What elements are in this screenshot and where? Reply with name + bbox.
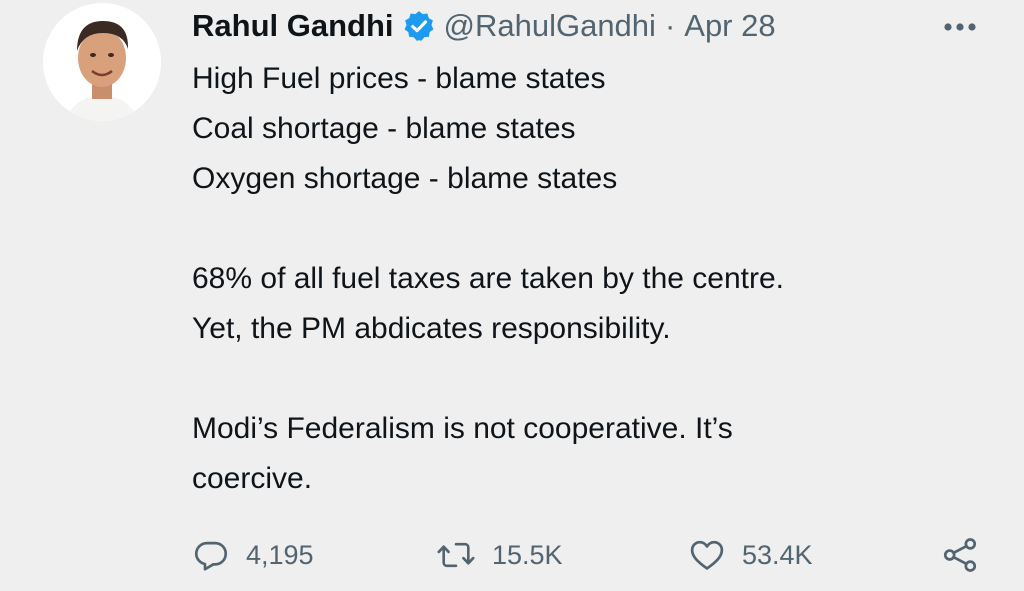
tweet-line: Coal shortage - blame states: [192, 112, 576, 145]
reply-button[interactable]: 4,195: [192, 530, 314, 580]
more-dots-icon[interactable]: [938, 12, 982, 42]
tweet-line: High Fuel prices - blame states: [192, 62, 606, 95]
retweet-count: 15.5K: [492, 539, 563, 570]
tweet-card: Rahul Gandhi @RahulGandhi · Apr 28 High …: [0, 0, 1024, 591]
verified-badge-icon: [402, 9, 436, 43]
reply-count: 4,195: [246, 539, 314, 570]
tweet-line: coercive.: [192, 462, 313, 495]
reply-bubble-icon: [192, 536, 230, 574]
tweet-line: Oxygen shortage - blame states: [192, 162, 618, 195]
tweet-line: Modi’s Federalism is not cooperative. It…: [192, 412, 733, 445]
tweet-text: High Fuel prices - blame states Coal sho…: [192, 54, 992, 504]
retweet-button[interactable]: 15.5K: [436, 530, 563, 580]
header-separator: ·: [664, 8, 676, 43]
share-icon: [940, 536, 980, 574]
tweet-line: Yet, the PM abdicates responsibility.: [192, 312, 671, 345]
tweet-header: Rahul Gandhi @RahulGandhi · Apr 28: [192, 4, 776, 48]
author-handle[interactable]: @RahulGandhi: [444, 8, 656, 44]
avatar[interactable]: [43, 3, 161, 121]
like-count: 53.4K: [742, 539, 813, 570]
tweet-date[interactable]: Apr 28: [684, 8, 775, 44]
tweet-line: 68% of all fuel taxes are taken by the c…: [192, 262, 785, 295]
author-name[interactable]: Rahul Gandhi: [192, 8, 394, 44]
like-button[interactable]: 53.4K: [688, 530, 813, 580]
share-button[interactable]: [940, 530, 980, 580]
tweet-actions: 4,195 15.5K 53.4K: [0, 530, 1024, 580]
heart-icon: [688, 536, 726, 574]
retweet-icon: [436, 536, 476, 574]
